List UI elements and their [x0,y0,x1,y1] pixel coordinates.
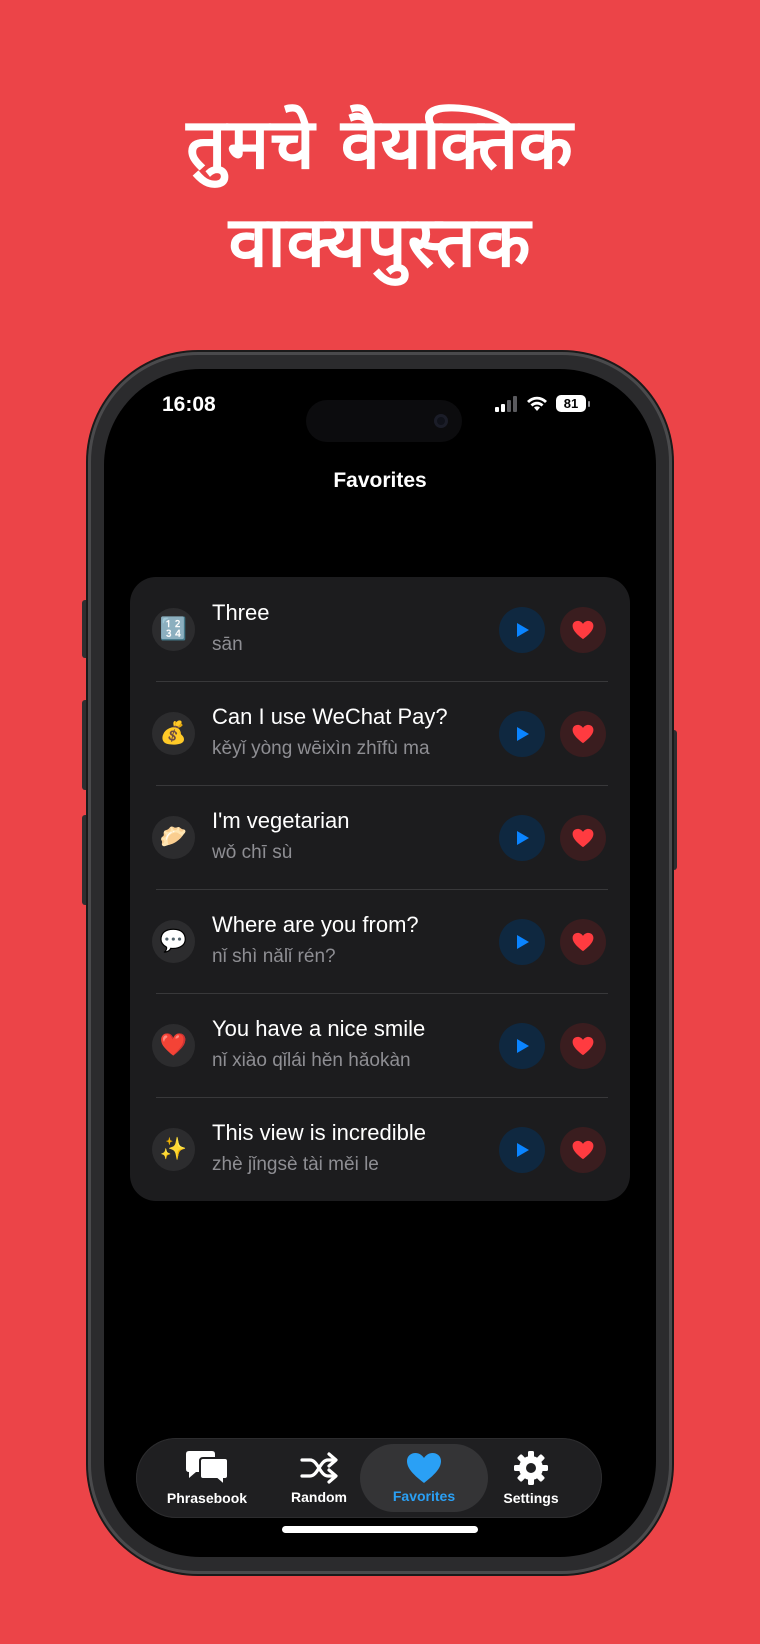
play-button[interactable] [499,919,545,965]
phone-screen: 16:08 81 Favorites 🔢 Three sān 💰 Can I use W… [104,369,656,1557]
tab-label: Settings [503,1490,559,1506]
play-button[interactable] [499,711,545,757]
numbers-icon: 🔢 [152,608,195,651]
tab-bar: Phrasebook Random Favorites Settings [136,1438,602,1518]
heart-icon [572,724,594,744]
signal-icon [495,395,517,412]
phrase-text: I'm vegetarian [212,808,350,833]
page-title: Favorites [333,469,427,492]
play-icon [517,935,529,949]
tab-settings[interactable]: Settings [473,1438,589,1518]
headline: तुमचे वैयक्तिक वाक्यपुस्तक [0,95,760,291]
tab-random[interactable]: Random [261,1438,377,1518]
play-icon [517,623,529,637]
speech-bubble-icon: 💬 [152,920,195,963]
play-button[interactable] [499,607,545,653]
unfavorite-button[interactable] [560,1023,606,1069]
heart-icon [407,1453,441,1483]
pinyin-text: sān [212,634,243,655]
list-item[interactable]: ❤️ You have a nice smile nǐ xiào qǐlái hěn… [130,993,630,1097]
list-item[interactable]: 💬 Where are you from? nǐ shì nǎlǐ rén? [130,889,630,993]
chat-bubbles-icon [186,1451,229,1486]
unfavorite-button[interactable] [560,815,606,861]
list-item[interactable]: 💰 Can I use WeChat Pay? kěyǐ yòng wēixìn z… [130,681,630,785]
pinyin-text: kěyǐ yòng wēixìn zhīfù ma [212,738,430,759]
home-indicator[interactable] [282,1526,478,1533]
phrase-text: Can I use WeChat Pay? [212,704,448,729]
gear-icon [514,1451,548,1485]
tab-label: Random [291,1489,347,1505]
headline-line-1: तुमचे वैयक्तिक [186,103,574,185]
play-button[interactable] [499,815,545,861]
pinyin-text: nǐ shì nǎlǐ rén? [212,946,336,967]
play-icon [517,727,529,741]
heart-icon [572,932,594,952]
list-item[interactable]: 🔢 Three sān [130,577,630,681]
sparkles-icon: ✨ [152,1128,195,1171]
status-icons: 81 [494,395,590,412]
headline-line-2: वाक्यपुस्तक [228,201,532,283]
play-icon [517,1143,529,1157]
phrase-text: Three [212,600,270,625]
phrase-text: Where are you from? [212,912,419,937]
tab-label: Favorites [392,1488,456,1504]
money-bag-icon: 💰 [152,712,195,755]
phrase-text: This view is incredible [212,1120,426,1145]
unfavorite-button[interactable] [560,1127,606,1173]
unfavorite-button[interactable] [560,711,606,757]
play-icon [517,831,529,845]
tab-phrasebook[interactable]: Phrasebook [149,1438,265,1518]
list-item[interactable]: ✨ This view is incredible zhè jǐngsè tài m… [130,1097,630,1201]
tab-label: Phrasebook [166,1490,248,1506]
play-icon [517,1039,529,1053]
dumpling-icon: 🥟 [152,816,195,859]
heart-icon [572,620,594,640]
heart-icon [572,1036,594,1056]
heart-icon [572,1140,594,1160]
battery-icon: 81 [556,395,590,412]
status-time: 16:08 [162,393,216,416]
favorites-list: 🔢 Three sān 💰 Can I use WeChat Pay? kěyǐ yòng… [130,577,630,1201]
heart-icon [572,828,594,848]
list-item[interactable]: 🥟 I'm vegetarian wǒ chī sù [130,785,630,889]
play-button[interactable] [499,1127,545,1173]
tab-favorites[interactable]: Favorites [366,1438,482,1518]
phrase-text: You have a nice smile [212,1016,426,1041]
red-heart-icon: ❤️ [152,1024,195,1067]
unfavorite-button[interactable] [560,607,606,653]
pinyin-text: nǐ xiào qǐlái hěn hǎokàn [212,1050,411,1071]
unfavorite-button[interactable] [560,919,606,965]
play-button[interactable] [499,1023,545,1069]
shuffle-icon [300,1452,338,1484]
pinyin-text: zhè jǐngsè tài měi le [212,1154,379,1175]
wifi-icon [527,396,547,411]
camera-icon [434,414,448,428]
pinyin-text: wǒ chī sù [212,842,293,863]
